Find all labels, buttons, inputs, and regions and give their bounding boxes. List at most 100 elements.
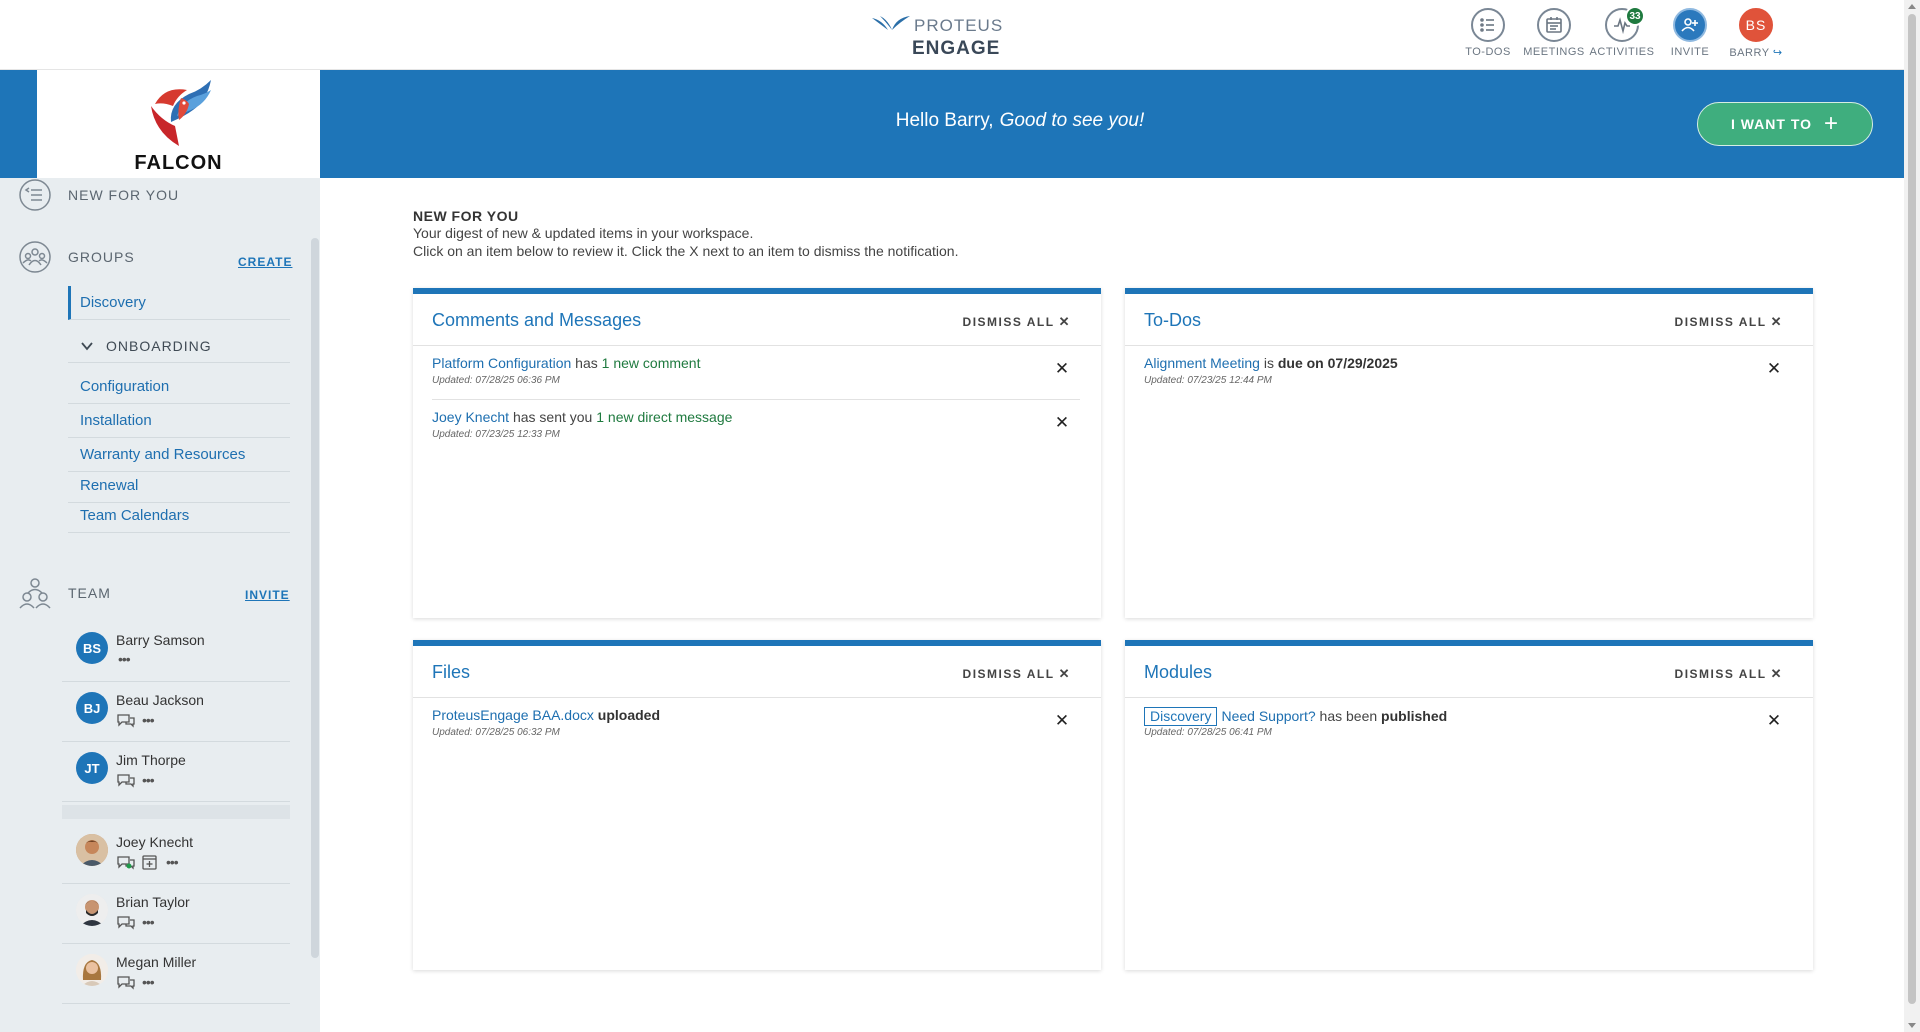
proteus-engage-logo[interactable]: PROTEUS ENGAGE bbox=[870, 12, 1004, 60]
chat-icon[interactable] bbox=[116, 914, 136, 930]
more-options-icon[interactable]: ••• bbox=[142, 975, 155, 989]
team-member-barry-samson[interactable]: BS Barry Samson ••• bbox=[62, 624, 290, 682]
more-options-icon[interactable]: ••• bbox=[142, 713, 155, 727]
user-avatar: BS bbox=[1739, 8, 1773, 42]
nav-user-label: BARRY ↪ bbox=[1729, 47, 1783, 59]
scroll-down-arrow[interactable] bbox=[1908, 1023, 1916, 1028]
member-name: Joey Knecht bbox=[116, 834, 194, 850]
workspace-logo-card[interactable]: FALCON bbox=[37, 70, 320, 178]
dismiss-item-button[interactable]: ✕ bbox=[1052, 711, 1072, 731]
team-member-joey-knecht[interactable]: Joey Knecht ••• bbox=[62, 826, 290, 884]
sidebar-item-renewal[interactable]: Renewal bbox=[68, 469, 290, 503]
modules-card: Modules DISMISS ALL ✕ Discovery Need Suppo… bbox=[1125, 640, 1813, 970]
new-items-icon bbox=[19, 179, 51, 211]
close-icon: ✕ bbox=[1770, 314, 1783, 329]
nav-activities[interactable]: 33 ACTIVITIES bbox=[1587, 6, 1657, 64]
team-member-beau-jackson[interactable]: BJ Beau Jackson ••• bbox=[62, 684, 290, 742]
nav-meetings[interactable]: MEETINGS bbox=[1521, 8, 1587, 64]
workspace-name: FALCON bbox=[134, 152, 223, 174]
dismiss-item-button[interactable]: ✕ bbox=[1052, 359, 1072, 379]
dismiss-item-button[interactable]: ✕ bbox=[1764, 359, 1784, 379]
new-for-you-intro: NEW FOR YOU Your digest of new & updated… bbox=[413, 208, 958, 260]
team-member-brian-taylor[interactable]: Brian Taylor ••• bbox=[62, 886, 290, 944]
top-nav: TO-DOS MEETINGS 33 ACTIVITIES INVITE BS … bbox=[1455, 6, 1789, 64]
sidebar-item-configuration[interactable]: Configuration bbox=[68, 370, 290, 404]
dismiss-item-button[interactable]: ✕ bbox=[1764, 711, 1784, 731]
invite-team-link[interactable]: INVITE bbox=[245, 588, 290, 602]
more-options-icon[interactable]: ••• bbox=[166, 855, 179, 869]
dismiss-all-button[interactable]: DISMISS ALL ✕ bbox=[1675, 666, 1783, 682]
dismiss-all-button[interactable]: DISMISS ALL ✕ bbox=[963, 314, 1071, 330]
more-options-icon[interactable]: ••• bbox=[118, 652, 131, 666]
activities-count-badge: 33 bbox=[1625, 6, 1645, 26]
avatar bbox=[76, 954, 108, 986]
item-link[interactable]: Platform Configuration bbox=[432, 355, 571, 371]
group-tag[interactable]: Discovery bbox=[1144, 707, 1218, 726]
dismiss-all-button[interactable]: DISMISS ALL ✕ bbox=[963, 666, 1071, 682]
sidebar-scrollbar[interactable] bbox=[311, 238, 319, 958]
member-name: Jim Thorpe bbox=[116, 752, 186, 768]
member-name: Barry Samson bbox=[116, 632, 205, 648]
nav-user-menu[interactable]: BS BARRY ↪ bbox=[1723, 8, 1789, 64]
notification-item[interactable]: Joey Knecht has sent you 1 new direct me… bbox=[432, 400, 1080, 454]
sidebar-groups-header: GROUPS bbox=[18, 240, 135, 274]
card-title: To-Dos bbox=[1144, 310, 1202, 330]
comments-messages-card: Comments and Messages DISMISS ALL ✕ Platf… bbox=[413, 288, 1101, 618]
dismiss-item-button[interactable]: ✕ bbox=[1052, 413, 1072, 433]
group-onboarding[interactable]: ONBOARDING bbox=[68, 329, 290, 363]
scrollbar-thumb[interactable] bbox=[1908, 14, 1916, 1004]
intro-line-1: Your digest of new & updated items in yo… bbox=[413, 225, 754, 241]
list-icon bbox=[1471, 8, 1505, 42]
avatar: JT bbox=[76, 752, 108, 784]
sidebar-item-discovery[interactable]: Discovery bbox=[68, 286, 290, 320]
chat-icon[interactable] bbox=[116, 854, 136, 870]
activity-icon: 33 bbox=[1605, 6, 1645, 42]
create-group-link[interactable]: CREATE bbox=[238, 255, 292, 269]
item-link[interactable]: Alignment Meeting bbox=[1144, 355, 1260, 371]
dismiss-all-button[interactable]: DISMISS ALL ✕ bbox=[1675, 314, 1783, 330]
chat-icon[interactable] bbox=[116, 772, 136, 788]
nav-todos-label: TO-DOS bbox=[1465, 46, 1511, 58]
team-member-megan-miller[interactable]: Megan Miller ••• bbox=[62, 946, 290, 1004]
notification-item[interactable]: Alignment Meeting is due on 07/29/2025 U… bbox=[1144, 346, 1792, 400]
brand-proteus: PROTEUS bbox=[914, 16, 1004, 35]
team-member-jim-thorpe[interactable]: JT Jim Thorpe ••• bbox=[62, 744, 290, 802]
page-scrollbar[interactable] bbox=[1904, 0, 1920, 1032]
bird-logo-icon bbox=[872, 16, 910, 30]
team-label: TEAM bbox=[68, 585, 111, 601]
nav-meetings-label: MEETINGS bbox=[1523, 46, 1585, 58]
item-updated: Updated: 07/28/25 06:36 PM bbox=[432, 375, 560, 386]
notification-item[interactable]: Platform Configuration has 1 new comment… bbox=[432, 346, 1080, 400]
more-options-icon[interactable]: ••• bbox=[142, 773, 155, 787]
item-updated: Updated: 07/28/25 06:41 PM bbox=[1144, 727, 1272, 738]
item-updated: Updated: 07/28/25 06:32 PM bbox=[432, 727, 560, 738]
notification-item[interactable]: Discovery Need Support? has been publishe… bbox=[1144, 698, 1792, 752]
more-options-icon[interactable]: ••• bbox=[142, 915, 155, 929]
item-link[interactable]: Need Support? bbox=[1221, 708, 1315, 724]
chat-icon[interactable] bbox=[116, 974, 136, 990]
sidebar-item-installation[interactable]: Installation bbox=[68, 404, 290, 438]
avatar bbox=[76, 894, 108, 926]
notification-item[interactable]: ProteusEngage BAA.docx uploaded Updated:… bbox=[432, 698, 1080, 752]
nav-invite[interactable]: INVITE bbox=[1657, 8, 1723, 64]
calendar-add-icon[interactable] bbox=[140, 854, 160, 870]
top-bar: PROTEUS ENGAGE TO-DOS MEETINGS 33 ACTIVI… bbox=[0, 0, 1904, 70]
item-highlight[interactable]: 1 new direct message bbox=[596, 409, 732, 425]
item-highlight[interactable]: 1 new comment bbox=[602, 355, 701, 371]
files-card: Files DISMISS ALL ✕ ProteusEngage BAA.doc… bbox=[413, 640, 1101, 970]
nav-invite-label: INVITE bbox=[1670, 46, 1710, 58]
avatar: BJ bbox=[76, 692, 108, 724]
i-want-to-label: I WANT TO bbox=[1730, 116, 1813, 132]
nav-todos[interactable]: TO-DOS bbox=[1455, 8, 1521, 64]
chat-icon[interactable] bbox=[116, 712, 136, 728]
sidebar-item-warranty[interactable]: Warranty and Resources bbox=[68, 438, 290, 472]
scroll-up-arrow[interactable] bbox=[1908, 4, 1916, 9]
i-want-to-button[interactable]: I WANT TO + bbox=[1697, 102, 1873, 146]
item-link[interactable]: Joey Knecht bbox=[432, 409, 509, 425]
greeting: Hello Barry, Good to see you! bbox=[800, 110, 1240, 132]
sidebar-item-team-calendars[interactable]: Team Calendars bbox=[68, 499, 290, 533]
sidebar-new-for-you[interactable]: NEW FOR YOU bbox=[18, 178, 179, 212]
item-link[interactable]: ProteusEngage BAA.docx bbox=[432, 707, 594, 723]
intro-line-2: Click on an item below to review it. Cli… bbox=[413, 243, 959, 259]
logout-icon: ↪ bbox=[1772, 47, 1783, 59]
